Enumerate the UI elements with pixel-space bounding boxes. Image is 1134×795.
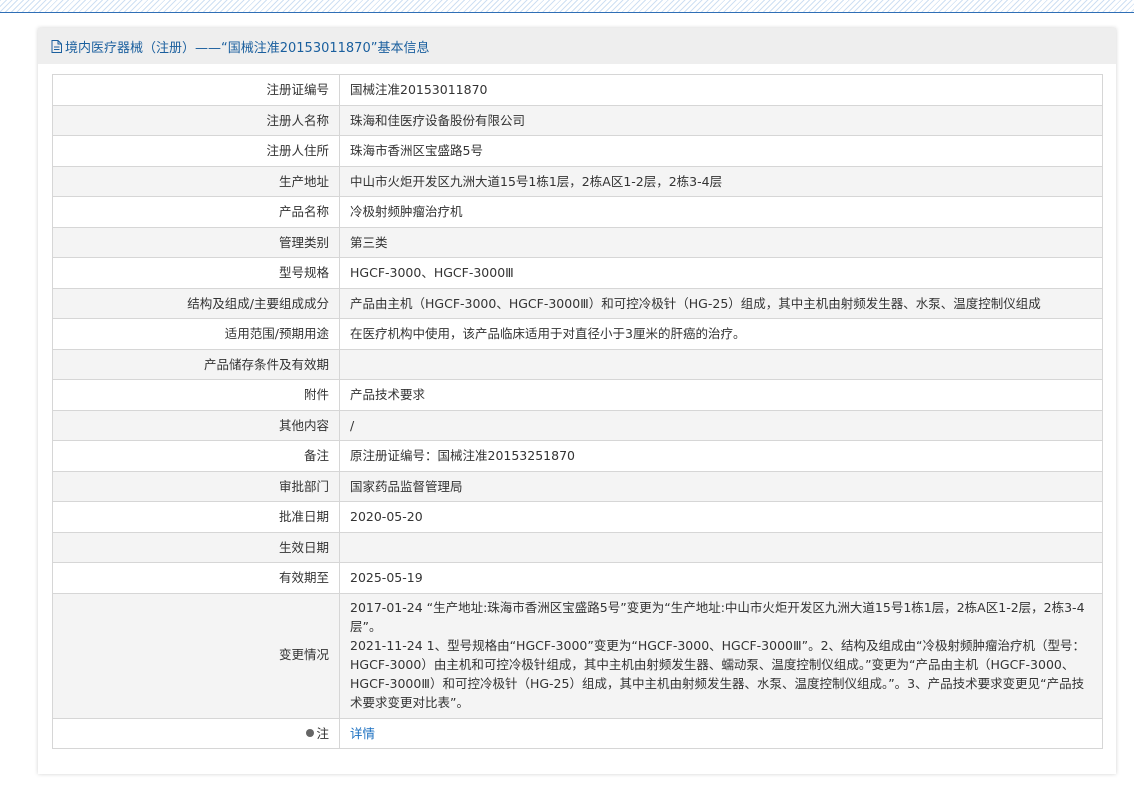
row-label: 注册人名称 [52,104,340,136]
table-row: 注册证编号 国械注准20153011870 [52,74,1103,106]
row-value: 珠海市香洲区宝盛路5号 [339,135,1103,167]
changes-label: 变更情况 [52,592,340,719]
row-value: 国家药品监督管理局 [339,470,1103,502]
table-row: 适用范围/预期用途 在医疗机构中使用，该产品临床适用于对直径小于3厘米的肝癌的治疗… [52,318,1103,350]
row-value [339,348,1103,380]
row-label: 审批部门 [52,470,340,502]
row-value: 冷极射频肿瘤治疗机 [339,196,1103,228]
note-label: 注 [316,725,329,741]
row-value: 产品技术要求 [339,379,1103,411]
table-row: 结构及组成/主要组成成分 产品由主机（HGCF-3000、HGCF-3000Ⅲ）和… [52,287,1103,319]
table-row: 附件 产品技术要求 [52,379,1103,411]
row-label: 生效日期 [52,531,340,563]
note-label-cell: 注 [52,717,340,749]
row-value [339,531,1103,563]
row-label: 其他内容 [52,409,340,441]
change-entry: 2021-11-24 1、型号规格由“HGCF-3000”变更为“HGCF-30… [350,637,1085,710]
row-label: 注册证编号 [52,74,340,106]
row-label: 产品储存条件及有效期 [52,348,340,380]
row-label: 生产地址 [52,165,340,197]
row-value: 2025-05-19 [339,562,1103,594]
table-row: 生效日期 [52,531,1103,563]
info-panel: 境内医疗器械（注册）——“国械注准20153011870”基本信息 注册证编号国… [38,28,1116,774]
row-value: 中山市火炬开发区九洲大道15号1栋1层，2栋A区1-2层，2栋3-4层 [339,165,1103,197]
bullet-icon [306,728,315,737]
table-row: 产品名称 冷极射频肿瘤治疗机 [52,196,1103,228]
table-row-note: 注 详情 [52,717,1103,749]
row-value: 在医疗机构中使用，该产品临床适用于对直径小于3厘米的肝癌的治疗。 [339,318,1103,350]
row-value: / [339,409,1103,441]
row-label: 管理类别 [52,226,340,258]
changes-value: 2017-01-24 “生产地址:珠海市香洲区宝盛路5号”变更为“生产地址:中山… [339,592,1103,719]
row-label: 产品名称 [52,196,340,228]
table-row: 有效期至 2025-05-19 [52,562,1103,594]
table-row: 其他内容 / [52,409,1103,441]
document-icon [51,39,62,53]
row-value: 2020-05-20 [339,501,1103,533]
row-label: 结构及组成/主要组成成分 [52,287,340,319]
note-value-cell: 详情 [339,717,1103,749]
top-decorative-stripe [0,0,1134,13]
table-row: 注册人住所 珠海市香洲区宝盛路5号 [52,135,1103,167]
panel-title: 境内医疗器械（注册）——“国械注准20153011870”基本信息 [65,40,430,56]
row-value: 国械注准20153011870 [339,74,1103,106]
info-table: 注册证编号 国械注准20153011870 注册人名称 珠海和佳医疗设备股份有限公司… [52,74,1103,749]
table-row: 审批部门 国家药品监督管理局 [52,470,1103,502]
table-row: 管理类别 第三类 [52,226,1103,258]
table-row-changes: 变更情况 2017-01-24 “生产地址:珠海市香洲区宝盛路5号”变更为“生产… [52,592,1103,719]
row-label: 有效期至 [52,562,340,594]
row-value: 珠海和佳医疗设备股份有限公司 [339,104,1103,136]
table-row: 生产地址 中山市火炬开发区九洲大道15号1栋1层，2栋A区1-2层，2栋3-4层 [52,165,1103,197]
row-label: 批准日期 [52,501,340,533]
table-row: 产品储存条件及有效期 [52,348,1103,380]
row-label: 适用范围/预期用途 [52,318,340,350]
table-row: 批准日期 2020-05-20 [52,501,1103,533]
table-row: 备注 原注册证编号：国械注准20153251870 [52,440,1103,472]
row-value: 产品由主机（HGCF-3000、HGCF-3000Ⅲ）和可控冷极针（HG-25）… [339,287,1103,319]
panel-header: 境内医疗器械（注册）——“国械注准20153011870”基本信息 [38,28,1116,64]
row-label: 注册人住所 [52,135,340,167]
row-label: 附件 [52,379,340,411]
detail-link[interactable]: 详情 [350,726,375,741]
row-value: 第三类 [339,226,1103,258]
table-row: 注册人名称 珠海和佳医疗设备股份有限公司 [52,104,1103,136]
table-row: 型号规格 HGCF-3000、HGCF-3000Ⅲ [52,257,1103,289]
row-value: 原注册证编号：国械注准20153251870 [339,440,1103,472]
change-entry: 2017-01-24 “生产地址:珠海市香洲区宝盛路5号”变更为“生产地址:中山… [350,599,1085,634]
row-label: 型号规格 [52,257,340,289]
row-value: HGCF-3000、HGCF-3000Ⅲ [339,257,1103,289]
row-label: 备注 [52,440,340,472]
